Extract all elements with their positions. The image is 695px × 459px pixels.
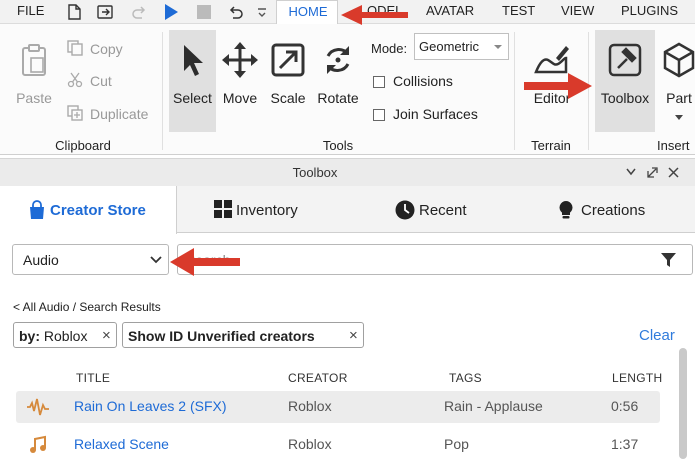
results-scrollbar[interactable] [679, 348, 687, 459]
rotate-tool-button[interactable]: Rotate [313, 30, 363, 132]
move-arrows-icon [222, 42, 258, 78]
search-box [177, 244, 693, 275]
select-tool-button[interactable]: Select [169, 30, 216, 132]
ribbon-divider [162, 32, 163, 150]
menu-tab-plugins[interactable]: PLUGINS [621, 3, 678, 18]
column-header-title[interactable]: TITLE [76, 371, 110, 385]
row-tags: Rain - Applause [444, 398, 543, 414]
tab-recent[interactable]: Recent [385, 186, 505, 233]
tab-creations[interactable]: Creations [552, 186, 687, 233]
annotation-arrow-toolbox [524, 73, 592, 99]
chip-key: by: [19, 328, 40, 344]
unverified-filter-chip: Show ID Unverified creators × [122, 322, 364, 348]
row-title[interactable]: Rain On Leaves 2 (SFX) [74, 398, 227, 414]
shopping-bag-icon [30, 200, 44, 219]
clock-icon [395, 200, 415, 220]
creator-filter-chip: by: Roblox × [13, 322, 117, 348]
toolbox-tabs: Creator Store Inventory Recent Creations [0, 186, 695, 234]
redo-icon[interactable] [129, 2, 149, 22]
tab-creator-store[interactable]: Creator Store [0, 186, 177, 234]
search-input[interactable] [186, 249, 646, 271]
lightbulb-icon [559, 201, 573, 219]
collisions-label: Collisions [393, 73, 453, 89]
chevron-down-icon [494, 45, 502, 49]
category-dropdown[interactable]: Audio [12, 244, 169, 275]
publish-icon[interactable] [95, 2, 115, 22]
undock-icon[interactable] [646, 166, 659, 179]
mode-label: Mode: [371, 41, 408, 56]
copy-icon [67, 40, 83, 56]
close-icon[interactable] [668, 167, 679, 178]
table-row[interactable]: Relaxed Scene Roblox Pop 1:37 [16, 429, 660, 459]
breadcrumb[interactable]: < All Audio / Search Results [13, 300, 161, 314]
grid-icon [214, 200, 232, 218]
column-header-tags[interactable]: TAGS [449, 371, 482, 385]
row-tags: Pop [444, 436, 469, 452]
quick-access-dropdown-icon[interactable] [252, 2, 272, 22]
row-length: 0:56 [611, 398, 639, 414]
tab-inventory[interactable]: Inventory [200, 186, 330, 233]
column-header-creator[interactable]: CREATOR [288, 371, 348, 385]
remove-filter-icon[interactable]: × [349, 327, 358, 344]
table-row[interactable]: Rain On Leaves 2 (SFX) Roblox Rain - App… [16, 391, 660, 423]
part-button[interactable]: Part [659, 30, 695, 132]
chip-value: Roblox [43, 328, 88, 344]
menu-file[interactable]: FILE [17, 3, 44, 18]
column-header-length[interactable]: LENGTH [612, 371, 662, 385]
menu-tab-home[interactable]: HOME [276, 0, 338, 25]
join-surfaces-checkbox[interactable] [373, 109, 385, 121]
remove-filter-icon[interactable]: × [102, 327, 111, 344]
annotation-arrow-home [341, 5, 408, 25]
paste-button[interactable]: Paste [8, 30, 60, 132]
rotate-icon [326, 46, 350, 74]
chevron-down-icon [150, 256, 162, 264]
play-icon[interactable] [161, 2, 181, 22]
part-cube-icon [663, 42, 695, 78]
filter-icon[interactable] [660, 252, 677, 268]
chevron-down-icon[interactable] [626, 168, 636, 176]
duplicate-icon [67, 105, 83, 121]
annotation-arrow-dropdown [170, 248, 240, 276]
scale-tool-button[interactable]: Scale [266, 30, 310, 132]
undo-icon[interactable] [226, 2, 246, 22]
toolbox-hammer-icon [608, 43, 642, 77]
stop-icon[interactable] [194, 2, 214, 22]
menu-tab-avatar[interactable]: AVATAR [426, 3, 474, 18]
chevron-down-icon [675, 115, 683, 120]
move-tool-button[interactable]: Move [219, 30, 261, 132]
toolbox-panel-header: Toolbox [0, 158, 695, 186]
clear-filters-link[interactable]: Clear [639, 327, 675, 344]
join-surfaces-label: Join Surfaces [393, 106, 478, 122]
scale-icon [271, 43, 305, 77]
row-creator: Roblox [288, 436, 332, 452]
menu-tab-test[interactable]: TEST [502, 3, 535, 18]
row-length: 1:37 [611, 436, 639, 452]
insert-group-label: Insert [657, 138, 690, 153]
ribbon-divider [514, 32, 515, 150]
waveform-icon [27, 398, 49, 416]
toolbox-panel-title: Toolbox [292, 165, 338, 180]
search-row: Audio [12, 244, 693, 276]
row-title[interactable]: Relaxed Scene [74, 436, 169, 452]
terrain-group-label: Terrain [531, 138, 571, 153]
clipboard-group-label: Clipboard [55, 138, 111, 153]
row-creator: Roblox [288, 398, 332, 414]
new-file-icon[interactable] [64, 2, 84, 22]
mode-dropdown[interactable]: Geometric [414, 33, 509, 60]
collisions-checkbox[interactable] [373, 76, 385, 88]
scissors-icon [67, 72, 83, 88]
music-note-icon [30, 435, 46, 453]
clipboard-icon [22, 44, 46, 76]
tools-group-label: Tools [322, 138, 354, 153]
menu-tab-view[interactable]: VIEW [561, 3, 594, 18]
cursor-arrow-icon [183, 45, 203, 76]
toolbox-button[interactable]: Toolbox [595, 30, 655, 132]
